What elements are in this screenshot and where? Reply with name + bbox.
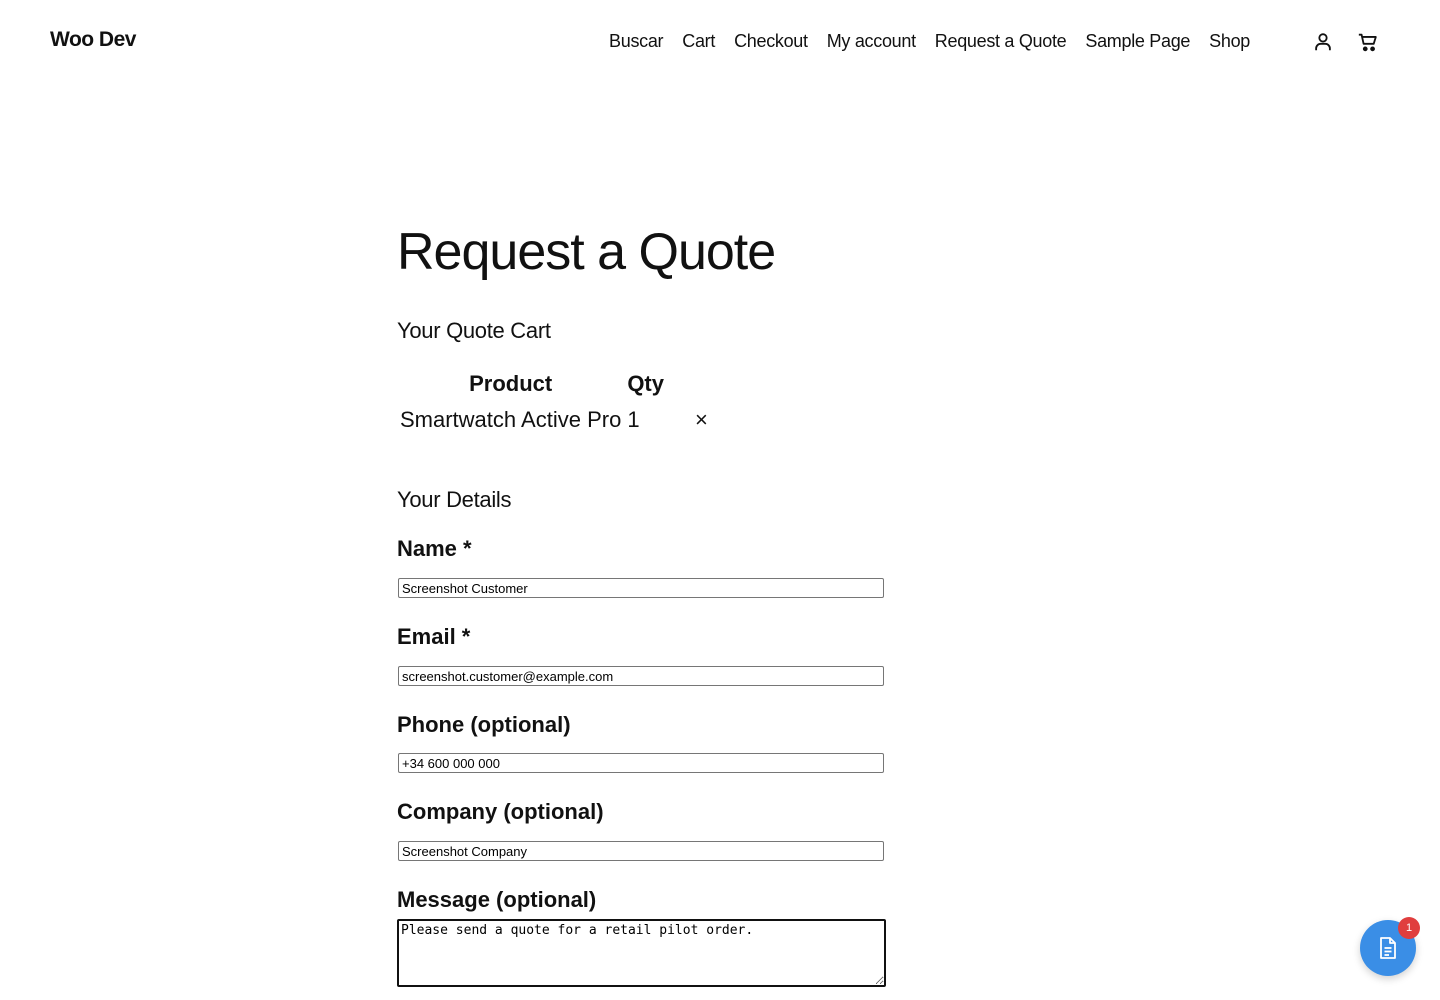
qty-column-header: Qty — [627, 371, 664, 396]
nav-item-buscar[interactable]: Buscar — [609, 31, 664, 52]
message-field[interactable]: Please send a quote for a retail pilot o… — [397, 919, 886, 987]
table-row: Smartwatch Active Pro 1 × — [397, 403, 711, 437]
page-title: Request a Quote — [397, 223, 776, 281]
phone-field[interactable] — [398, 753, 884, 773]
your-details-heading: Your Details — [397, 487, 512, 512]
user-icon[interactable] — [1312, 31, 1334, 53]
nav-item-checkout[interactable]: Checkout — [734, 31, 808, 52]
company-label: Company (optional) — [397, 799, 604, 824]
quote-cart-table: Product Qty Smartwatch Active Pro 1 × — [397, 365, 711, 437]
nav-item-shop[interactable]: Shop — [1209, 31, 1250, 52]
quote-count-badge: 1 — [1398, 917, 1420, 939]
quote-cart-heading: Your Quote Cart — [397, 318, 551, 343]
site-title[interactable]: Woo Dev — [50, 28, 136, 52]
email-field[interactable] — [398, 666, 884, 686]
shopping-cart-icon[interactable] — [1357, 31, 1379, 53]
nav-item-cart[interactable]: Cart — [682, 31, 715, 52]
phone-label: Phone (optional) — [397, 712, 571, 737]
nav-item-request-a-quote[interactable]: Request a Quote — [935, 31, 1067, 52]
remove-item-button[interactable]: × — [667, 403, 711, 437]
company-field[interactable] — [398, 841, 884, 861]
name-label: Name * — [397, 536, 472, 561]
product-qty: 1 — [627, 407, 640, 432]
site-header: Woo Dev Buscar Cart Checkout My account … — [0, 0, 1440, 84]
name-field[interactable] — [398, 578, 884, 598]
document-icon — [1380, 937, 1396, 959]
email-label: Email * — [397, 624, 471, 649]
message-label: Message (optional) — [397, 887, 597, 912]
nav-item-sample-page[interactable]: Sample Page — [1085, 31, 1190, 52]
remove-column-header — [667, 365, 711, 403]
nav-item-my-account[interactable]: My account — [827, 31, 916, 52]
product-name: Smartwatch Active Pro — [400, 407, 622, 432]
main-nav: Buscar Cart Checkout My account Request … — [609, 31, 1250, 52]
quote-cart-button[interactable]: 1 — [1360, 917, 1420, 976]
product-column-header: Product — [469, 371, 553, 396]
